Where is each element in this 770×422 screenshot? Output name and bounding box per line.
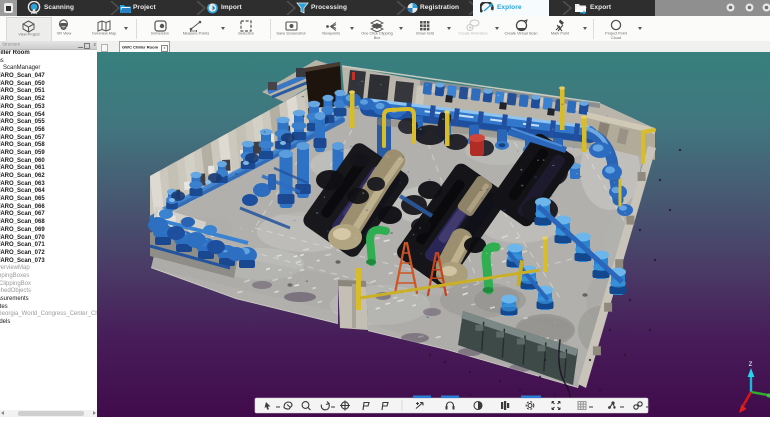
svg-text:z: z [749, 359, 753, 368]
